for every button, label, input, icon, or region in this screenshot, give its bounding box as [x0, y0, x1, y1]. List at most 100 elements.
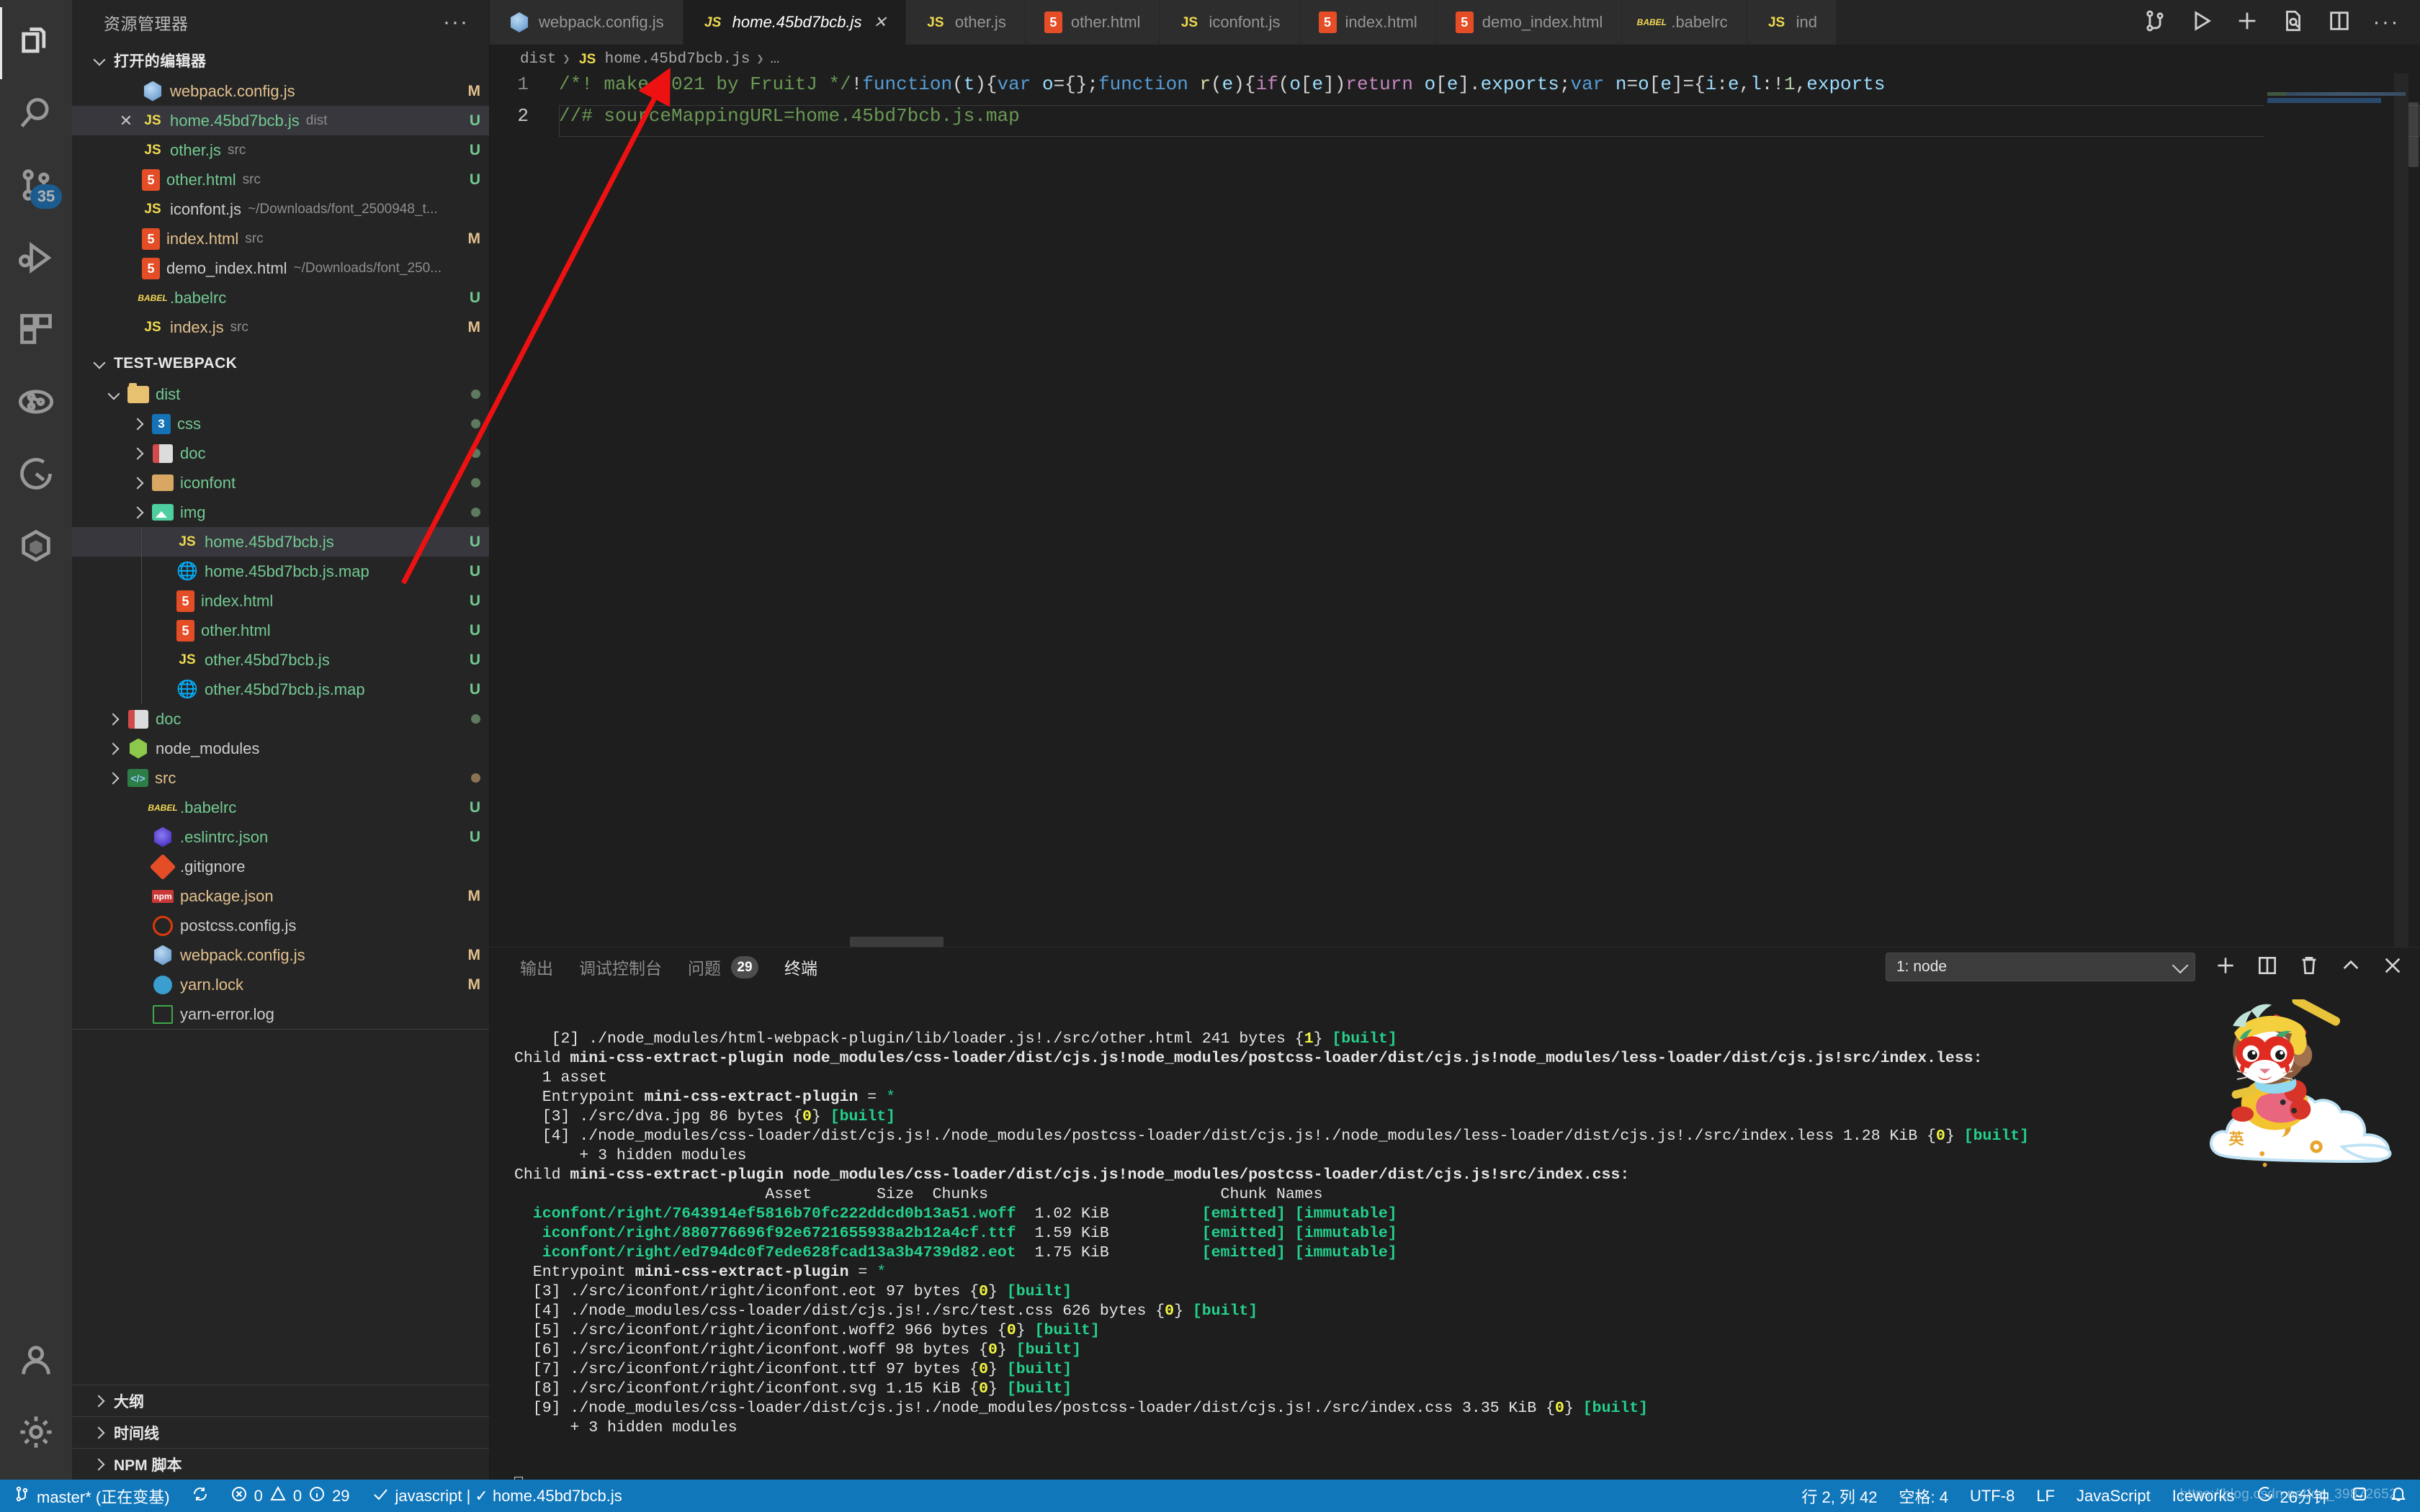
ellipsis-icon[interactable]: ··· [2373, 12, 2400, 33]
panel-tab[interactable]: 终端 [784, 955, 817, 979]
activity-run-debug[interactable] [0, 223, 72, 295]
tree-item[interactable]: 🌐 other.45bd7bcb.js.map U [72, 675, 489, 704]
trash-icon[interactable] [2298, 954, 2321, 981]
collapsed-section[interactable]: 大纲 [72, 1385, 489, 1416]
editor-tab[interactable]: 5 demo_index.html [1436, 0, 1623, 45]
activity-git-graph[interactable] [0, 367, 72, 439]
file-search-icon[interactable] [2281, 9, 2305, 37]
activity-settings[interactable] [0, 1398, 72, 1470]
tree-item[interactable]: doc [72, 438, 489, 468]
tree-item[interactable]: dist [72, 379, 489, 409]
open-editor-item[interactable]: 5 index.html src M [72, 224, 489, 253]
minimap[interactable] [2264, 73, 2408, 947]
split-icon[interactable] [2256, 954, 2279, 981]
split-icon[interactable] [2327, 9, 2352, 37]
status-eslint[interactable]: javascript | ✓ home.45bd7bcb.js [372, 1485, 622, 1507]
status-problems[interactable]: 0 0 29 [230, 1485, 350, 1507]
tree-item[interactable]: JS home.45bd7bcb.js U [72, 527, 489, 557]
panel-tab[interactable]: 问题 29 [688, 955, 758, 979]
activity-source-control[interactable]: 35 [0, 151, 72, 223]
editor-tab[interactable]: JS home.45bd7bcb.js ✕ [683, 0, 906, 45]
breadcrumb-part-2[interactable]: … [771, 51, 780, 68]
chevron-right-icon[interactable] [131, 417, 145, 431]
chevron-right-icon[interactable] [107, 712, 121, 726]
tree-item[interactable]: npm package.json M [72, 881, 489, 911]
tree-item[interactable]: doc [72, 704, 489, 734]
open-editor-item[interactable]: JS index.js src M [72, 312, 489, 342]
chevron-right-icon[interactable] [131, 446, 145, 461]
tree-item[interactable]: yarn-error.log [72, 999, 489, 1029]
minimap-slider[interactable] [2394, 73, 2408, 947]
open-editor-item[interactable]: BABEL .babelrc U [72, 283, 489, 312]
chevron-right-icon[interactable] [131, 476, 145, 490]
collapsed-section[interactable]: NPM 脚本 [72, 1448, 489, 1480]
editor-tab[interactable]: 5 index.html [1299, 0, 1437, 45]
editor-tab[interactable]: JS iconfont.js [1160, 0, 1300, 45]
status-sync[interactable] [192, 1485, 209, 1507]
activity-explorer[interactable] [0, 7, 72, 79]
tree-item[interactable]: .gitignore [72, 852, 489, 881]
close-tab-icon[interactable]: ✕ [873, 13, 886, 32]
open-editor-item[interactable]: ✕ JS home.45bd7bcb.js dist U [72, 106, 489, 135]
activity-accounts[interactable] [0, 1326, 72, 1398]
chevron-right-icon[interactable] [107, 771, 121, 786]
editor-vertical-scrollbar[interactable] [2408, 102, 2419, 167]
tree-item[interactable]: 5 other.html U [72, 616, 489, 645]
editor-horizontal-scrollbar[interactable] [850, 937, 944, 947]
tree-item[interactable]: .eslintrc.json U [72, 822, 489, 852]
status-cursor-position[interactable]: 行 2, 列 42 [1801, 1485, 1877, 1508]
editor-tab[interactable]: JS other.js [905, 0, 1026, 45]
editor-tab[interactable]: JS ind [1747, 0, 1837, 45]
status-branch[interactable]: master* (正在变基) [13, 1485, 170, 1508]
code-editor[interactable]: 1/*! make 2021 by FruitJ */!function(t){… [490, 73, 2420, 947]
status-eol[interactable]: LF [2036, 1487, 2055, 1506]
section-open-editors[interactable]: 打开的编辑器 [72, 45, 489, 76]
sidebar-more-icon[interactable]: ··· [443, 12, 469, 33]
tree-item[interactable]: 5 index.html U [72, 586, 489, 616]
tree-item[interactable]: 🌐 home.45bd7bcb.js.map U [72, 557, 489, 586]
activity-extensions[interactable] [0, 295, 72, 367]
panel-tab[interactable]: 调试控制台 [579, 955, 662, 979]
collapsed-section[interactable]: 时间线 [72, 1416, 489, 1448]
panel-tab[interactable]: 输出 [520, 955, 553, 979]
breadcrumb-part-0[interactable]: dist [520, 51, 556, 68]
status-encoding[interactable]: UTF-8 [1970, 1487, 2015, 1506]
terminal-output[interactable]: [2] ./node_modules/html-webpack-plugin/l… [490, 986, 2420, 1480]
activity-timeline[interactable] [0, 439, 72, 511]
section-workspace[interactable]: TEST-WEBPACK [72, 348, 489, 379]
chevron-right-icon[interactable] [107, 742, 121, 756]
open-editor-item[interactable]: webpack.config.js M [72, 76, 489, 106]
tree-item[interactable]: yarn.lock M [72, 970, 489, 999]
editor-tab[interactable]: 5 other.html [1025, 0, 1160, 45]
status-indentation[interactable]: 空格: 4 [1899, 1485, 1948, 1508]
close-icon[interactable] [2381, 954, 2404, 981]
activity-iceworks[interactable] [0, 511, 72, 583]
chevron-down-icon[interactable] [107, 387, 121, 402]
open-editor-item[interactable]: 5 demo_index.html ~/Downloads/font_250... [72, 253, 489, 283]
tree-item[interactable]: img [72, 498, 489, 527]
plus-icon[interactable] [2235, 9, 2259, 37]
play-icon[interactable] [2189, 9, 2213, 37]
tree-item[interactable]: postcss.config.js [72, 911, 489, 940]
activity-search[interactable] [0, 79, 72, 151]
terminal-selector[interactable]: 1: node [1886, 953, 2195, 981]
tree-item[interactable]: node_modules [72, 734, 489, 763]
chevron-up-icon[interactable] [2339, 954, 2362, 981]
chevron-right-icon[interactable] [131, 505, 145, 520]
tree-item[interactable]: iconfont [72, 468, 489, 498]
close-editor-icon[interactable]: ✕ [117, 112, 135, 130]
open-editor-item[interactable]: 5 other.html src U [72, 165, 489, 194]
tree-item[interactable]: webpack.config.js M [72, 940, 489, 970]
open-editor-item[interactable]: JS other.js src U [72, 135, 489, 165]
status-language-mode[interactable]: JavaScript [2076, 1487, 2151, 1506]
tree-item[interactable]: BABEL .babelrc U [72, 793, 489, 822]
editor-tab[interactable]: webpack.config.js [490, 0, 684, 45]
editor-tab[interactable]: BABEL .babelrc [1622, 0, 1747, 45]
branch-icon[interactable] [2143, 9, 2167, 37]
tree-item[interactable]: 3 css [72, 409, 489, 438]
tree-item[interactable]: </> src [72, 763, 489, 793]
plus-icon[interactable] [2214, 954, 2237, 981]
open-editor-item[interactable]: JS iconfont.js ~/Downloads/font_2500948_t.… [72, 194, 489, 224]
tree-item[interactable]: JS other.45bd7bcb.js U [72, 645, 489, 675]
breadcrumb-part-1[interactable]: home.45bd7bcb.js [605, 51, 750, 68]
